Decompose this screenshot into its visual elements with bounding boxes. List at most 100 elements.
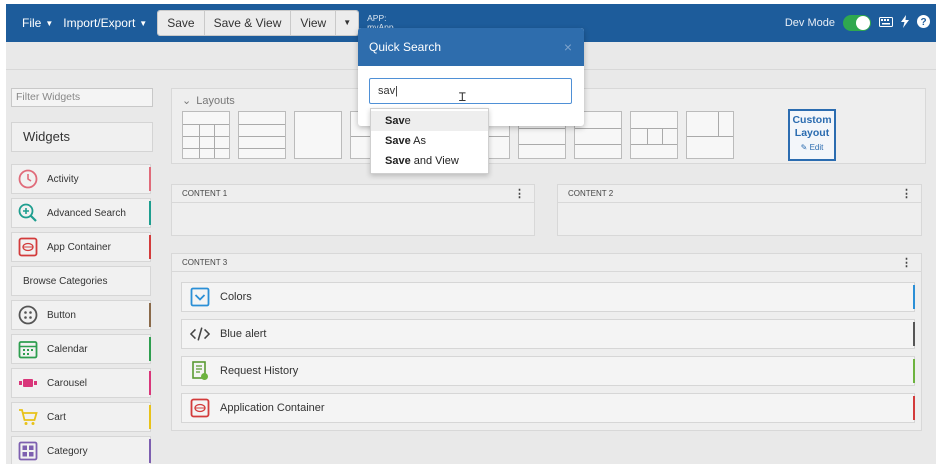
layout-thumb[interactable]	[294, 111, 342, 159]
clock-icon	[18, 169, 38, 189]
content-3-region: CONTENT 3 ⋮ Colors Blue alert Request Hi…	[171, 253, 922, 431]
save-and-view-button[interactable]: Save & View	[204, 11, 292, 35]
layouts-toggle[interactable]: ⌄ Layouts	[182, 94, 235, 108]
caret-down-icon: ▼	[343, 18, 352, 27]
document-icon	[190, 361, 210, 381]
widget-label: Button	[47, 309, 76, 321]
button-icon	[18, 305, 38, 325]
widget-cart[interactable]: Cart	[11, 402, 151, 432]
save-button-group: Save Save & View View ▼	[157, 10, 360, 36]
suggestion-match: Save	[385, 135, 411, 147]
color-bar	[149, 167, 151, 191]
view-button[interactable]: View	[291, 11, 337, 35]
widget-activity[interactable]: Activity	[11, 164, 151, 194]
widget-category[interactable]: Category	[11, 436, 151, 464]
suggestion-rest: e	[404, 115, 411, 127]
more-options-icon[interactable]: ⋮	[514, 185, 525, 203]
content-row-colors[interactable]: Colors	[181, 282, 915, 312]
cart-icon	[18, 407, 38, 427]
content-row-label: Blue alert	[220, 328, 267, 340]
content-row-application-container[interactable]: Application Container	[181, 393, 915, 423]
color-bar	[149, 201, 151, 225]
caret-down-icon: ▼	[139, 18, 148, 28]
layout-thumb[interactable]	[686, 111, 734, 159]
suggestion-save-as[interactable]: Save As	[371, 131, 488, 151]
color-bar	[913, 322, 915, 346]
content-1-header: CONTENT 1 ⋮	[172, 185, 534, 203]
content-2-header: CONTENT 2 ⋮	[558, 185, 921, 203]
widget-carousel[interactable]: Carousel	[11, 368, 151, 398]
widget-button[interactable]: Button	[11, 300, 151, 330]
custom-layout-line2: Layout	[794, 127, 830, 139]
content-row-request-history[interactable]: Request History	[181, 356, 915, 386]
widget-label: Cart	[47, 411, 66, 423]
filter-widgets-input[interactable]: Filter Widgets	[11, 88, 153, 107]
content-row-label: Colors	[220, 291, 252, 303]
content-1-region: CONTENT 1 ⋮	[171, 184, 535, 236]
widget-label: Carousel	[47, 377, 88, 389]
suggestion-rest: and View	[410, 155, 459, 167]
keyboard-icon[interactable]	[879, 16, 893, 30]
quick-search-suggestions: Save Save As Save and View	[370, 108, 489, 174]
import-export-label: Import/Export	[63, 16, 136, 30]
more-options-icon[interactable]: ⋮	[901, 254, 912, 272]
content-1-title: CONTENT 1	[182, 189, 228, 198]
chevron-box-icon	[190, 287, 210, 307]
widget-app-container[interactable]: App Container	[11, 232, 151, 262]
suggestion-save-and-view[interactable]: Save and View	[371, 151, 488, 171]
zoom-in-icon	[18, 203, 38, 223]
help-icon[interactable]: ?	[917, 15, 930, 31]
content-2-region: CONTENT 2 ⋮	[557, 184, 922, 236]
content-row-label: Application Container	[220, 402, 325, 414]
content-row-label: Request History	[220, 365, 299, 377]
suggestion-match: Sav	[385, 115, 405, 127]
widget-advanced-search[interactable]: Advanced Search	[11, 198, 151, 228]
text-cursor-icon: Ɪ	[459, 90, 466, 104]
color-bar	[149, 337, 151, 361]
content-row-blue-alert[interactable]: Blue alert	[181, 319, 915, 349]
import-export-menu[interactable]: Import/Export ▼	[63, 16, 147, 30]
widget-label: Calendar	[47, 343, 88, 355]
category-icon	[18, 441, 38, 461]
layout-thumb[interactable]	[630, 111, 678, 159]
color-bar	[913, 359, 915, 383]
more-options-icon[interactable]: ⋮	[901, 185, 912, 203]
app-container-icon	[18, 237, 38, 257]
file-menu[interactable]: File ▼	[22, 16, 53, 30]
layout-thumb[interactable]	[182, 111, 230, 159]
save-button[interactable]: Save	[158, 11, 205, 35]
color-bar	[913, 285, 915, 309]
code-icon	[190, 324, 210, 344]
color-bar	[149, 405, 151, 429]
widget-calendar[interactable]: Calendar	[11, 334, 151, 364]
edit-layout-link[interactable]: ✎ Edit	[790, 141, 834, 154]
color-bar	[149, 439, 151, 463]
widget-browse-categories[interactable]: Browse Categories	[11, 266, 151, 296]
view-dropdown-button[interactable]: ▼	[336, 11, 359, 35]
svg-text:?: ?	[920, 17, 926, 28]
quick-search-input[interactable]: sav|	[369, 78, 572, 104]
layout-thumb[interactable]	[238, 111, 286, 159]
dev-mode-toggle[interactable]	[843, 15, 871, 31]
widget-label: App Container	[47, 241, 111, 253]
suggestion-match: Save	[385, 155, 411, 167]
widget-label: Advanced Search	[47, 207, 126, 219]
color-bar	[149, 371, 151, 395]
close-icon[interactable]: ×	[564, 28, 572, 66]
dev-mode-label: Dev Mode	[784, 17, 835, 29]
file-menu-label: File	[22, 16, 42, 30]
right-tools: Dev Mode ?	[785, 4, 930, 42]
layouts-label: Layouts	[196, 94, 235, 107]
color-bar	[913, 396, 915, 420]
edit-label: Edit	[809, 143, 824, 152]
text-caret: |	[395, 85, 398, 97]
lightning-icon[interactable]	[901, 15, 909, 31]
custom-layout-button[interactable]: Custom Layout ✎ Edit	[788, 109, 836, 161]
suggestion-save[interactable]: Save	[371, 111, 488, 131]
app-container-icon	[190, 398, 210, 418]
widget-label: Category	[47, 445, 88, 457]
quick-search-header: Quick Search ×	[358, 28, 584, 66]
content-2-title: CONTENT 2	[568, 189, 614, 198]
carousel-icon	[18, 373, 38, 393]
suggestion-rest: As	[410, 135, 426, 147]
